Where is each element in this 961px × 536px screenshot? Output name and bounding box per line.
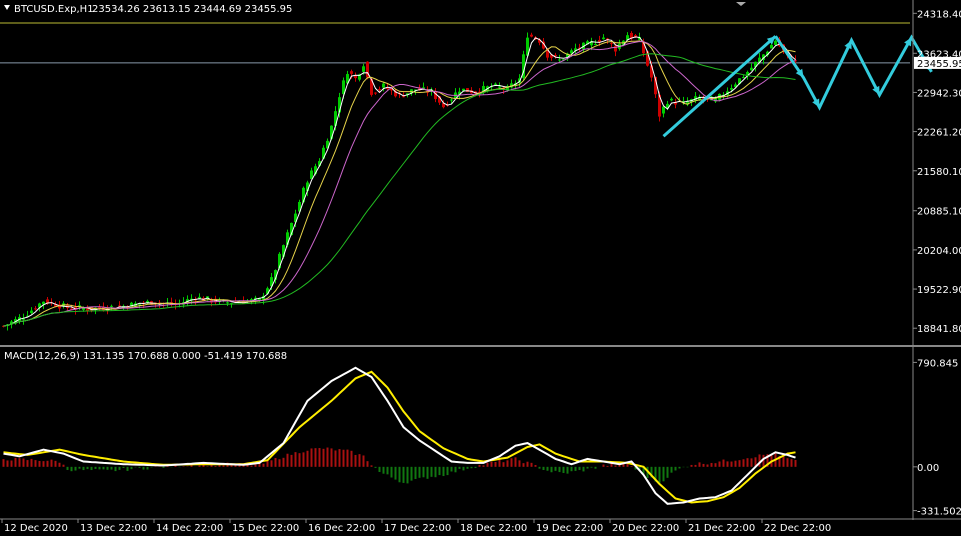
candle-body bbox=[402, 96, 405, 98]
time-tick-label: 13 Dec 22:00 bbox=[80, 523, 147, 534]
time-tick-label: 12 Dec 2020 bbox=[4, 523, 68, 534]
macd-tick-label: 0.00 bbox=[917, 463, 939, 474]
candle-body bbox=[354, 75, 357, 79]
current-price-label: 23455.95 bbox=[917, 59, 961, 70]
time-tick-label: 15 Dec 22:00 bbox=[232, 523, 299, 534]
candle-body bbox=[450, 99, 453, 101]
price-tick-label: 22261.20 bbox=[917, 128, 961, 139]
price-tick-label: 20204.00 bbox=[917, 246, 961, 257]
candle-body bbox=[86, 308, 89, 311]
time-tick-label: 21 Dec 22:00 bbox=[688, 523, 755, 534]
candle-body bbox=[558, 59, 561, 61]
candle-body bbox=[774, 40, 777, 45]
time-tick-label: 19 Dec 22:00 bbox=[536, 523, 603, 534]
ohlc-readout: 23534.26 23613.15 23444.69 23455.95 bbox=[92, 4, 292, 15]
time-tick-label: 22 Dec 22:00 bbox=[764, 523, 831, 534]
price-tick-label: 21580.10 bbox=[917, 167, 961, 178]
trading-chart[interactable]: 24318.4023623.4022942.3022261.2021580.10… bbox=[0, 0, 961, 536]
time-tick-label: 16 Dec 22:00 bbox=[308, 523, 375, 534]
candle-body bbox=[118, 305, 121, 307]
candle-body bbox=[602, 37, 605, 40]
chart-background bbox=[0, 0, 961, 536]
price-tick-label: 20885.10 bbox=[917, 207, 961, 218]
time-tick-label: 20 Dec 22:00 bbox=[612, 523, 679, 534]
candle-body bbox=[34, 308, 37, 310]
price-tick-label: 22942.30 bbox=[917, 88, 961, 99]
candle-body bbox=[730, 88, 733, 90]
candle-body bbox=[350, 71, 353, 74]
candle-body bbox=[494, 83, 497, 85]
time-tick-label: 17 Dec 22:00 bbox=[384, 523, 451, 534]
macd-indicator-label: MACD(12,26,9) 131.135 170.688 0.000 -51.… bbox=[4, 351, 287, 362]
candle-body bbox=[670, 98, 673, 101]
candle-body bbox=[770, 44, 773, 49]
candle-body bbox=[742, 77, 745, 79]
macd-tick-label: 790.845 bbox=[917, 358, 958, 369]
candle-body bbox=[30, 310, 33, 313]
candle-body bbox=[530, 34, 533, 37]
candle-body bbox=[750, 67, 753, 71]
time-tick-label: 14 Dec 22:00 bbox=[156, 523, 223, 534]
candle-body bbox=[594, 43, 597, 45]
macd-tick-label: -331.502 bbox=[917, 507, 961, 518]
candle-body bbox=[382, 83, 385, 88]
candle-body bbox=[610, 42, 613, 44]
candle-body bbox=[662, 106, 665, 114]
price-tick-label: 24318.40 bbox=[917, 9, 961, 20]
candle-body bbox=[374, 92, 377, 94]
candle-body bbox=[498, 86, 501, 88]
candle-body bbox=[362, 66, 365, 72]
time-tick-label: 18 Dec 22:00 bbox=[460, 523, 527, 534]
candle-body bbox=[614, 45, 617, 52]
symbol-label: BTCUSD.Exp,H1 bbox=[14, 4, 94, 15]
price-tick-label: 18841.80 bbox=[917, 324, 961, 335]
candle-body bbox=[378, 88, 381, 90]
candle-body bbox=[226, 302, 229, 304]
price-tick-label: 19522.90 bbox=[917, 285, 961, 296]
candle-body bbox=[110, 305, 113, 307]
